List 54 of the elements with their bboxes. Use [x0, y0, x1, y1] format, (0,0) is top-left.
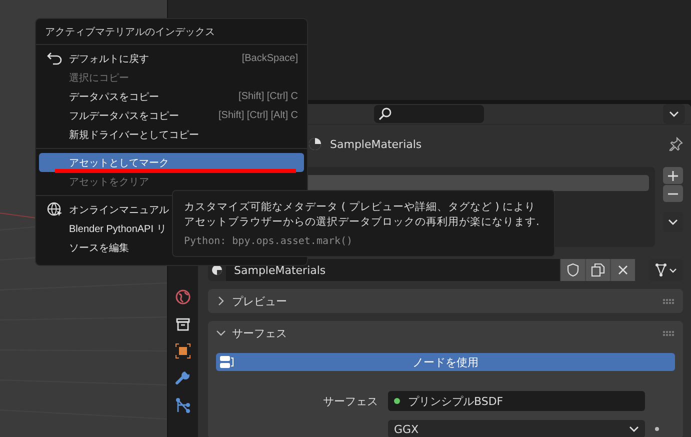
distribution-dropdown[interactable]: GGX: [388, 420, 645, 437]
remove-slot-button[interactable]: [663, 185, 683, 202]
options-dropdown[interactable]: [663, 104, 685, 124]
material-name: SampleMaterials: [330, 138, 422, 150]
menu-item[interactable]: アセットとしてマーク: [39, 153, 304, 172]
menu-item[interactable]: フルデータパスをコピー [Shift] [Ctrl] [Alt] C: [39, 106, 304, 125]
fake-user-button[interactable]: [560, 259, 585, 281]
node-tree-icon: [654, 263, 678, 277]
menu-item[interactable]: データパスをコピー [Shift] [Ctrl] C: [39, 87, 304, 106]
unlink-button[interactable]: [610, 259, 635, 281]
menu-item[interactable]: デフォルトに戻す [BackSpace]: [39, 49, 304, 68]
shield-icon: [566, 263, 580, 277]
undo-icon: [47, 51, 63, 65]
menu-title: アクティブマテリアルのインデックス: [36, 19, 307, 45]
panel-header[interactable]: サーフェス: [208, 321, 683, 345]
keyframe-dot-icon[interactable]: [655, 427, 659, 431]
chevron-right-icon: [216, 296, 226, 306]
chevron-down-icon: [216, 328, 226, 338]
panel-header[interactable]: プレビュー: [208, 289, 683, 313]
chevron-down-icon: [669, 111, 679, 117]
duplicate-button[interactable]: [585, 259, 610, 281]
globe-icon: [47, 202, 63, 218]
tooltip-text: カスタマイズ可能なメタデータ ( プレビューや詳細、タグなど ) により: [184, 200, 537, 215]
use-nodes-button[interactable]: ノードを使用: [216, 353, 675, 371]
search-field[interactable]: [374, 105, 484, 123]
drag-grip-icon[interactable]: [663, 330, 675, 336]
node-graph-icon[interactable]: [175, 397, 191, 413]
add-slot-button[interactable]: [663, 167, 683, 184]
wrench-icon[interactable]: [175, 370, 191, 386]
socket-dot-icon: [394, 398, 400, 404]
chevron-down-icon: [629, 426, 639, 432]
archive-box-icon[interactable]: [175, 316, 191, 332]
tooltip-text: アセットブラウザーからの選択データブロックの再利用が楽になります.: [184, 215, 540, 230]
chevron-down-icon: [668, 219, 678, 225]
shader-name: プリンシプルBSDF: [408, 394, 504, 408]
shortcut: [Shift] [Ctrl] C: [238, 91, 298, 102]
surface-shader-field[interactable]: プリンシプルBSDF: [388, 391, 645, 411]
shortcut: [Shift] [Ctrl] [Alt] C: [218, 110, 298, 121]
search-icon: [378, 107, 392, 121]
object-square-icon[interactable]: [175, 343, 191, 359]
panel-title: サーフェス: [232, 326, 287, 340]
pin-icon[interactable]: [669, 137, 683, 151]
surface-label: サーフェス: [322, 394, 379, 408]
node-editor-icon: [219, 355, 235, 369]
plus-icon: [668, 170, 678, 180]
drag-grip-icon[interactable]: [663, 298, 675, 304]
close-icon: [616, 263, 630, 277]
panel-title: プレビュー: [232, 294, 287, 308]
world-icon[interactable]: [175, 289, 191, 305]
python-command: Python: bpy.ops.asset.mark(): [184, 235, 354, 249]
shortcut: [BackSpace]: [242, 53, 298, 64]
material-name-field[interactable]: SampleMaterials: [226, 259, 560, 281]
menu-item[interactable]: 新規ドライバーとしてコピー: [39, 125, 304, 144]
copy-icon: [591, 263, 605, 277]
